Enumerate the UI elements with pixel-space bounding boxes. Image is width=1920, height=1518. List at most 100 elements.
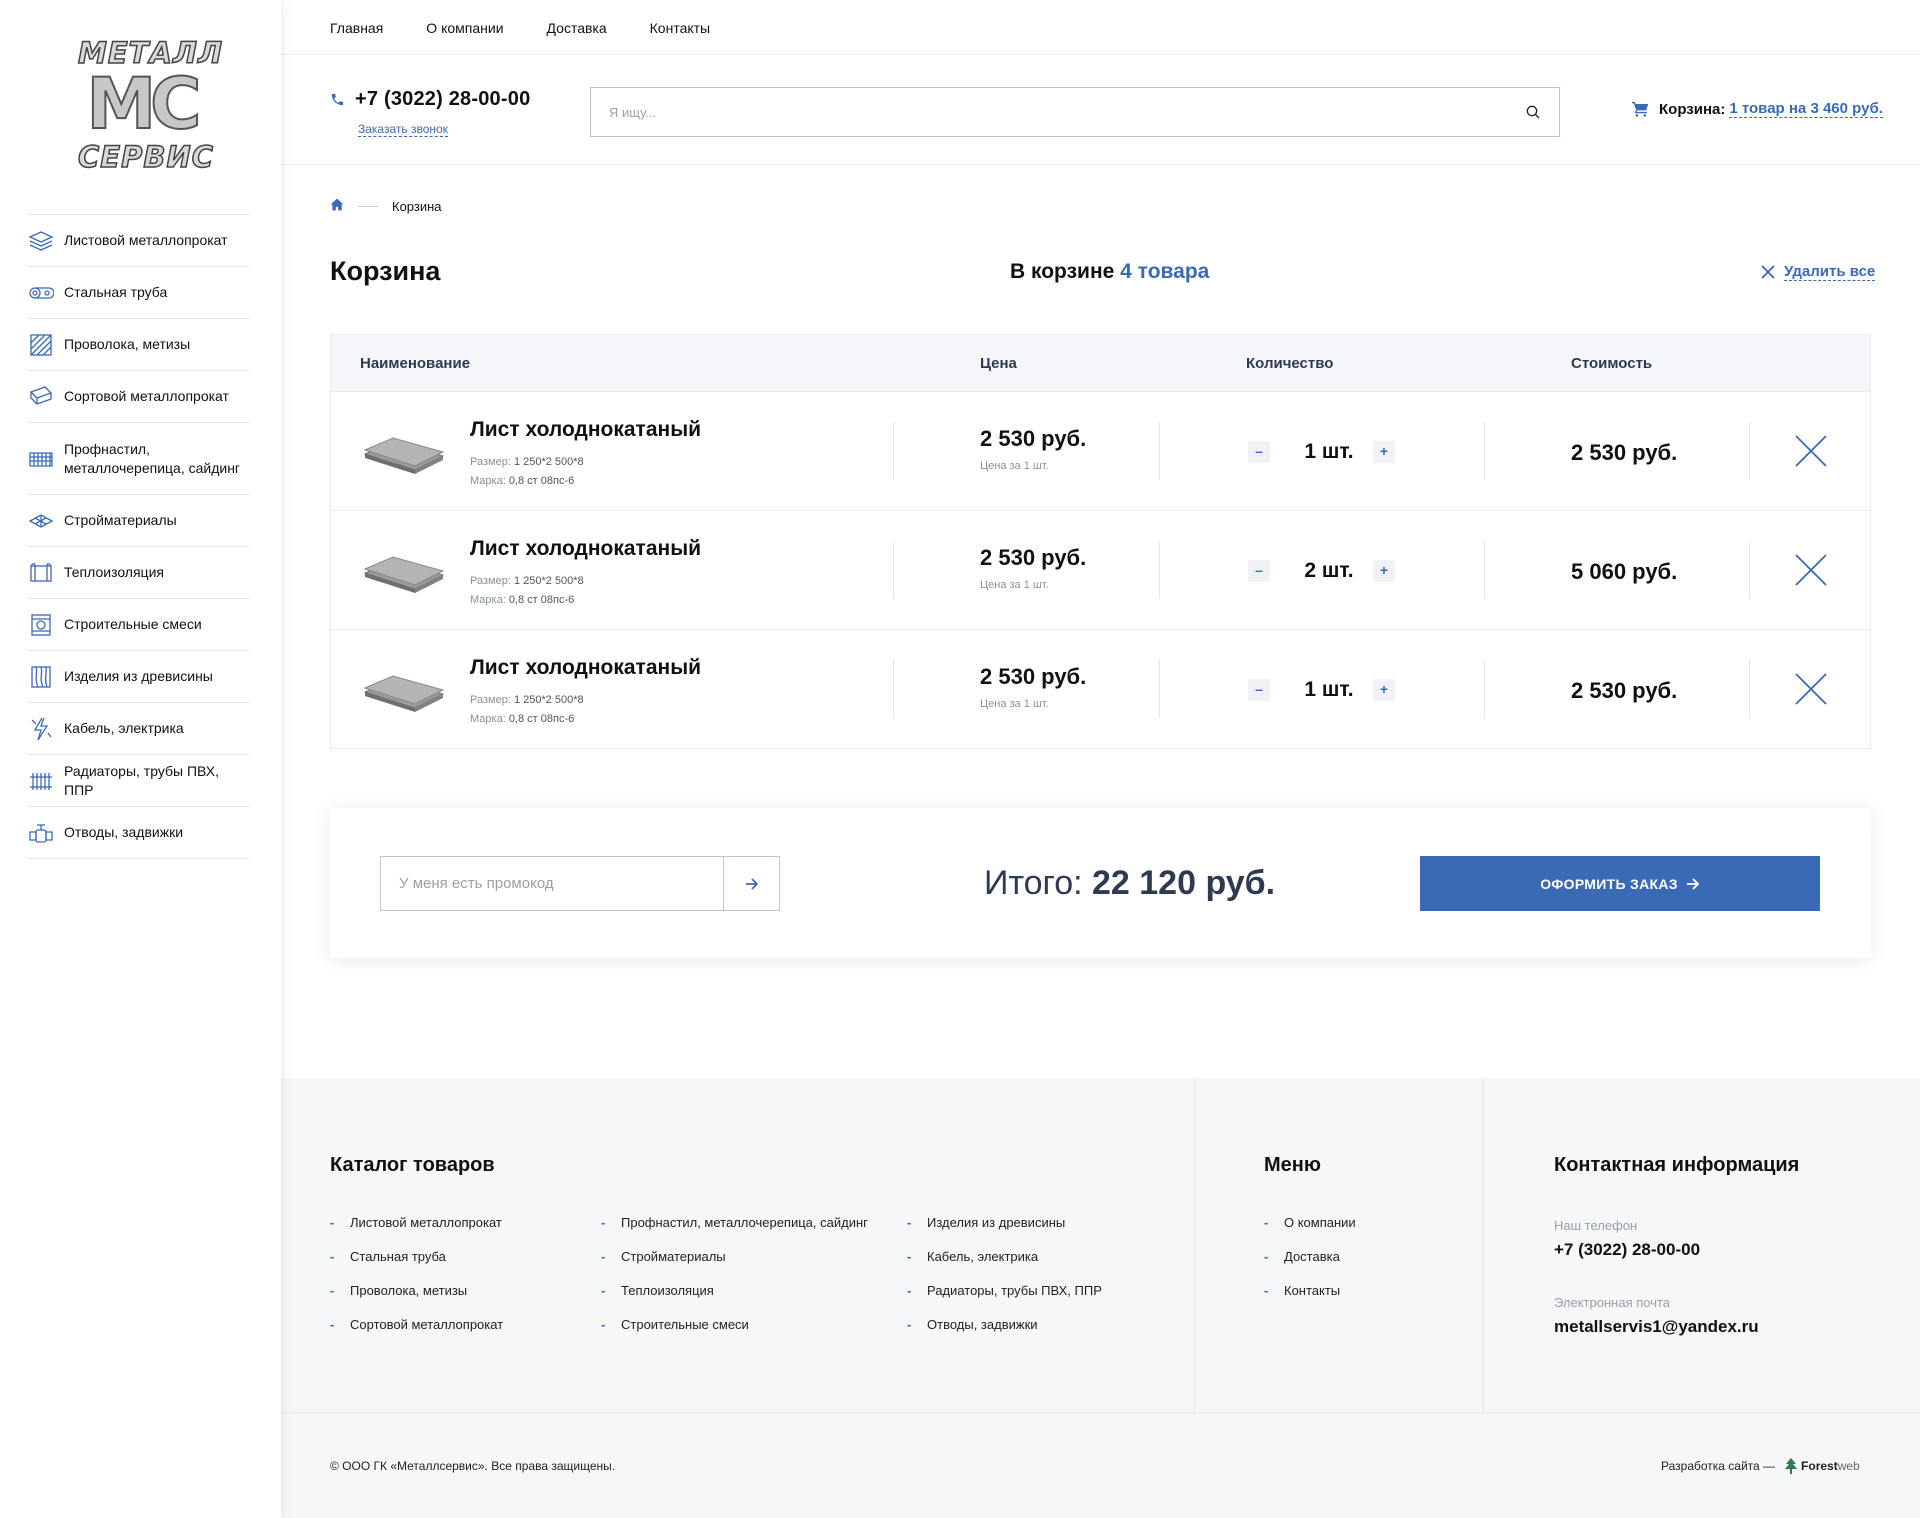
unit-price: 2 530 руб. — [980, 545, 1087, 570]
sidebar-item-section-metal[interactable]: Сортовой металлопрокат — [28, 371, 250, 423]
topnav-contacts[interactable]: Контакты — [650, 20, 710, 36]
quantity-value: 2 шт. — [1304, 559, 1354, 582]
footer-link[interactable]: О компании — [1284, 1215, 1356, 1230]
size-label: Размер: — [470, 456, 511, 468]
increase-qty-button[interactable]: + — [1373, 679, 1395, 701]
footer-link[interactable]: Теплоизоляция — [621, 1283, 714, 1298]
sidebar-item-label: Отводы, задвижки — [64, 824, 184, 840]
callback-link[interactable]: Заказать звонок — [358, 122, 448, 137]
remove-item-icon[interactable] — [1793, 433, 1829, 469]
list-item[interactable]: - Кабель, электрика — [907, 1249, 1102, 1283]
list-item[interactable]: - Стальная труба — [330, 1249, 503, 1283]
sidebar-item-radiators[interactable]: Радиаторы, трубы ПВХ, ППР — [28, 755, 250, 807]
apply-promo-button[interactable] — [723, 857, 779, 910]
list-item[interactable]: - Проволока, метизы — [330, 1283, 503, 1317]
product-size: Размер: 1 250*2 500*8 — [470, 456, 584, 468]
list-item[interactable]: - Радиаторы, трубы ПВХ, ППР — [907, 1283, 1102, 1317]
cart-summary-link[interactable]: 1 товар на 3 460 руб. — [1729, 100, 1883, 118]
sidebar-item-insulation[interactable]: Теплоизоляция — [28, 547, 250, 599]
footer-catalog-list: - Листовой металлопрокат - Стальная труба … — [330, 1215, 503, 1351]
footer-link[interactable]: Строительные смеси — [621, 1317, 749, 1332]
sidebar-item-mixes[interactable]: Строительные смеси — [28, 599, 250, 651]
list-item[interactable]: -О компании — [1264, 1215, 1356, 1249]
footer-phone[interactable]: +7 (3022) 28-00-00 — [1554, 1240, 1700, 1260]
developer-credit[interactable]: Разработка сайта — Forest web — [1661, 1458, 1860, 1474]
list-item[interactable]: - Сортовой металлопрокат — [330, 1317, 503, 1351]
column-header-qty: Количество — [1246, 355, 1334, 372]
grade-label: Марка: — [470, 594, 506, 606]
product-grade: Марка: 0,8 ст 08пс-6 — [470, 594, 574, 606]
footer-link[interactable]: Листовой металлопрокат — [350, 1215, 502, 1230]
decrease-qty-button[interactable]: – — [1248, 560, 1270, 582]
cart-count-prefix: В корзине — [1010, 260, 1115, 283]
row-total: 2 530 руб. — [1571, 678, 1678, 703]
product-name[interactable]: Лист холоднокатаный — [470, 537, 701, 561]
footer-email[interactable]: metallservis1@yandex.ru — [1554, 1317, 1759, 1337]
product-image[interactable] — [363, 545, 445, 595]
increase-qty-button[interactable]: + — [1373, 560, 1395, 582]
divider — [1749, 541, 1750, 599]
site-logo[interactable]: МЕТАЛЛ МС СЕРВИС — [74, 35, 223, 175]
list-item[interactable]: - Строительные смеси — [601, 1317, 868, 1351]
footer-link[interactable]: Проволока, метизы — [350, 1283, 467, 1298]
sidebar-item-valves[interactable]: Отводы, задвижки — [28, 807, 250, 859]
table-row: Лист холоднокатаный Размер: 1 250*2 500*… — [331, 391, 1870, 510]
sidebar-item-building-materials[interactable]: Стройматериалы — [28, 495, 250, 547]
sidebar: МЕТАЛЛ МС СЕРВИС Листовой металлопрокат … — [0, 0, 281, 1518]
topnav-about[interactable]: О компании — [426, 20, 503, 36]
promo-code-input[interactable] — [381, 857, 723, 910]
footer-link[interactable]: Профнастил, металлочерепица, сайдинг — [621, 1215, 868, 1230]
decrease-qty-button[interactable]: – — [1248, 679, 1270, 701]
topnav-home[interactable]: Главная — [330, 20, 383, 36]
sidebar-item-steel-pipe[interactable]: Стальная труба — [28, 267, 250, 319]
list-item[interactable]: - Листовой металлопрокат — [330, 1215, 503, 1249]
sidebar-item-roofing[interactable]: Профнастил, металлочерепица, сайдинг — [28, 423, 250, 495]
footer-link[interactable]: Стройматериалы — [621, 1249, 726, 1264]
product-image[interactable] — [363, 664, 445, 714]
footer-link[interactable]: Кабель, электрика — [927, 1249, 1038, 1264]
home-icon[interactable] — [330, 198, 344, 214]
product-image[interactable] — [363, 426, 445, 476]
product-name[interactable]: Лист холоднокатаный — [470, 656, 701, 680]
footer-link[interactable]: Изделия из древисины — [927, 1215, 1065, 1230]
remove-item-icon[interactable] — [1793, 552, 1829, 588]
valve-icon — [29, 823, 53, 843]
size-value: 1 250*2 500*8 — [513, 456, 584, 468]
sidebar-item-cable[interactable]: Кабель, электрика — [28, 703, 250, 755]
list-item[interactable]: - Теплоизоляция — [601, 1283, 868, 1317]
delete-all-button[interactable]: Удалить все — [1760, 263, 1876, 281]
sheets-icon — [28, 230, 54, 251]
quantity-value: 1 шт. — [1304, 440, 1354, 463]
divider — [893, 660, 894, 718]
sidebar-item-label: Листовой металлопрокат — [64, 232, 228, 248]
cart-icon[interactable] — [1632, 101, 1649, 117]
footer-contacts-title: Контактная информация — [1554, 1154, 1800, 1176]
search-input[interactable] — [609, 104, 1525, 120]
list-item[interactable]: - Профнастил, металлочерепица, сайдинг — [601, 1215, 868, 1249]
list-item[interactable]: - Отводы, задвижки — [907, 1317, 1102, 1351]
sidebar-item-wood[interactable]: Изделия из древисины — [28, 651, 250, 703]
list-item[interactable]: - Контакты — [1264, 1283, 1356, 1317]
decrease-qty-button[interactable]: – — [1248, 441, 1270, 463]
divider — [893, 541, 894, 599]
footer-link[interactable]: Доставка — [1284, 1249, 1340, 1264]
sidebar-item-wire[interactable]: Проволока, метизы — [28, 319, 250, 371]
header-phone-number[interactable]: +7 (3022) 28-00-00 — [355, 88, 530, 111]
footer-link[interactable]: Отводы, задвижки — [927, 1317, 1038, 1332]
list-item[interactable]: - Стройматериалы — [601, 1249, 868, 1283]
delete-all-label: Удалить все — [1784, 263, 1876, 281]
list-item[interactable]: - Изделия из древисины — [907, 1215, 1102, 1249]
footer-link[interactable]: Стальная труба — [350, 1249, 446, 1264]
cart-table: Наименование Цена Количество Стоимость Л… — [330, 334, 1871, 749]
topnav-delivery[interactable]: Доставка — [547, 20, 607, 36]
sidebar-item-sheet-metal[interactable]: Листовой металлопрокат — [28, 215, 250, 267]
checkout-button[interactable]: ОФОРМИТЬ ЗАКАЗ — [1420, 856, 1820, 911]
footer-link[interactable]: Контакты — [1284, 1283, 1340, 1298]
footer-link[interactable]: Сортовой металлопрокат — [350, 1317, 503, 1332]
product-name[interactable]: Лист холоднокатаный — [470, 418, 701, 442]
increase-qty-button[interactable]: + — [1373, 441, 1395, 463]
footer-link[interactable]: Радиаторы, трубы ПВХ, ППР — [927, 1283, 1102, 1298]
list-item[interactable]: - Доставка — [1264, 1249, 1356, 1283]
remove-item-icon[interactable] — [1793, 671, 1829, 707]
search-icon[interactable] — [1525, 104, 1541, 120]
